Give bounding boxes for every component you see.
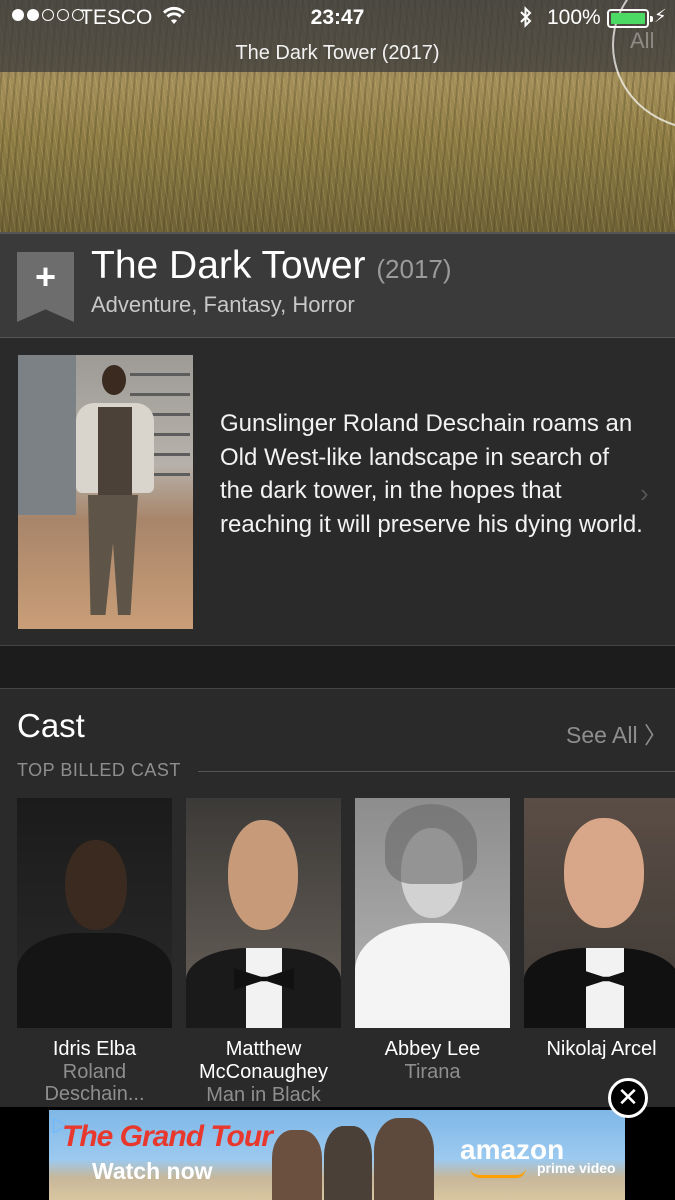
cast-card[interactable]: Matthew McConaughey Man in Black [186, 798, 341, 1106]
cast-photo[interactable] [524, 798, 675, 1028]
movie-detail-screen: All TESCO 23:47 100% ⚡ The Dark Tower (2… [0, 0, 675, 1200]
battery-icon [607, 9, 653, 28]
cast-name: Abbey Lee [384, 1038, 481, 1060]
movie-year: (2017) [376, 254, 452, 284]
amazon-smile-icon [470, 1168, 526, 1178]
cast-role: Roland Deschain... [44, 1061, 145, 1105]
ad-cta[interactable]: Watch now [92, 1158, 213, 1185]
cast-role: Man in Black [206, 1084, 321, 1106]
divider-line [198, 771, 675, 772]
ad-brand-sub: prime video [537, 1160, 616, 1176]
ad-title: The Grand Tour [62, 1120, 273, 1153]
cast-section: Cast See All 〉 TOP BILLED CAST Idris Elb… [0, 689, 675, 1107]
cast-photo[interactable] [17, 798, 172, 1028]
cast-photo[interactable] [355, 798, 510, 1028]
section-divider [0, 646, 675, 689]
movie-title-text: The Dark Tower [91, 244, 366, 287]
movie-title: The Dark Tower (2017) [91, 244, 452, 288]
plot-synopsis: Gunslinger Roland Deschain roams an Old … [220, 410, 643, 538]
movie-genres: Adventure, Fantasy, Horror [91, 292, 355, 317]
cast-card[interactable]: Abbey Lee Tirana [355, 798, 510, 1083]
status-bar: TESCO 23:47 100% ⚡ [0, 0, 675, 38]
cast-card[interactable]: Idris Elba Roland Deschain... [17, 798, 172, 1105]
chevron-right-icon: › [640, 478, 649, 508]
cast-name: Idris Elba [52, 1038, 137, 1060]
cast-role: Tirana [404, 1061, 461, 1083]
plus-icon: + [34, 256, 57, 297]
cast-heading: Cast [17, 707, 85, 744]
cast-name: Nikolaj Arcel [546, 1038, 657, 1060]
cast-name: Matthew McConaughey [199, 1038, 328, 1083]
title-header: + The Dark Tower (2017) Adventure, Fanta… [0, 232, 675, 338]
charging-icon: ⚡ [654, 6, 667, 26]
top-billed-label: TOP BILLED CAST [17, 760, 181, 780]
battery-percent: 100% [547, 6, 601, 29]
see-all-cast-link[interactable]: See All 〉 [566, 716, 667, 750]
ad-image [262, 1118, 452, 1200]
plot-summary-row[interactable]: Gunslinger Roland Deschain roams an Old … [0, 338, 675, 646]
cast-card[interactable]: Nikolaj Arcel [524, 798, 675, 1061]
cast-photo[interactable] [186, 798, 341, 1028]
bluetooth-icon [518, 5, 534, 35]
movie-poster[interactable] [18, 355, 193, 629]
close-icon[interactable]: ✕ [608, 1078, 648, 1118]
nav-title: The Dark Tower (2017) [235, 42, 440, 64]
